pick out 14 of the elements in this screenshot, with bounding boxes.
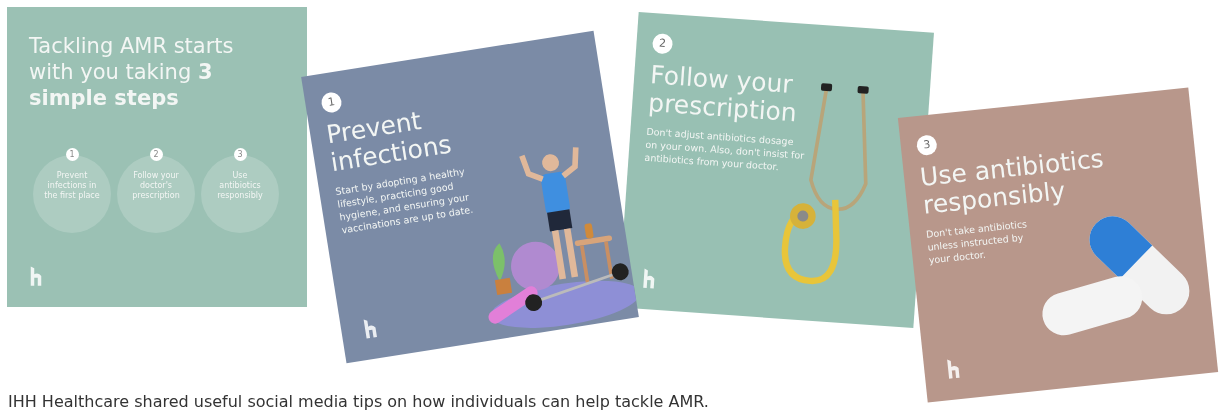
step-number: 2: [651, 33, 674, 55]
image-caption: IHH Healthcare shared useful social media tips on how individuals can help tackle AMR.: [8, 392, 709, 411]
step-text: Use antibiotics responsibly: [216, 171, 264, 201]
step-number: 1: [320, 91, 343, 114]
step-number: 2: [149, 148, 163, 161]
step-number: 3: [915, 134, 938, 157]
step-text: Prevent infections in the first place: [43, 171, 101, 201]
logo-icon: [641, 266, 657, 290]
step-text: Follow your doctor's prescription: [131, 171, 181, 201]
card-body-text: Don't take antibiotics unless instructed by your doctor.: [925, 217, 1029, 267]
card-title: Tackling AMR starts with you taking 3 simple steps: [29, 33, 235, 111]
step-number: 3: [233, 148, 247, 161]
step-number: 1: [65, 148, 79, 161]
logo-icon: [29, 265, 43, 287]
